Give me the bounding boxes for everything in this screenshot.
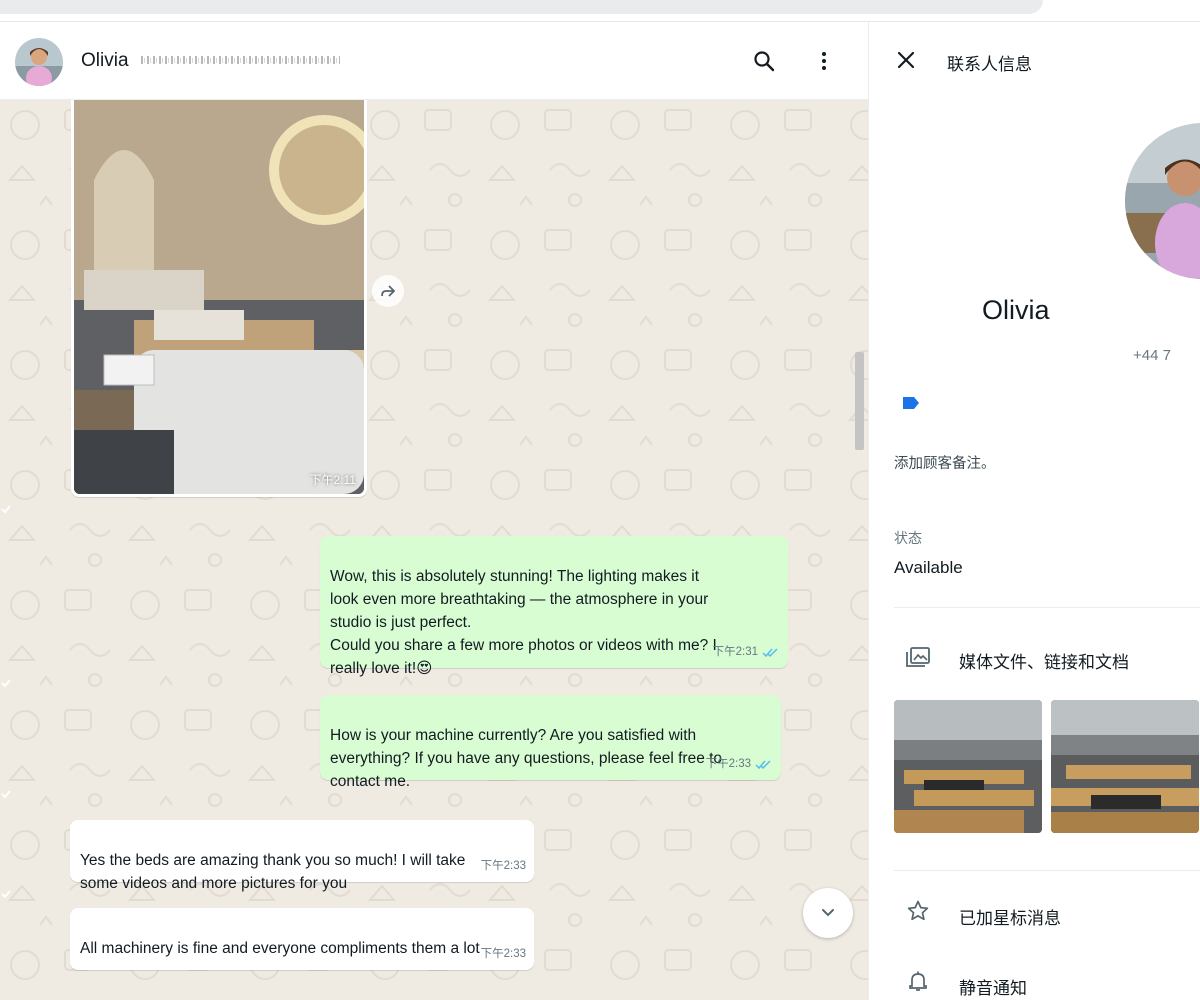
- search-icon[interactable]: [745, 42, 783, 80]
- select-check-icon[interactable]: [0, 788, 12, 800]
- label-tag-icon[interactable]: [901, 395, 921, 411]
- status-label: 状态: [894, 530, 922, 546]
- select-check-icon[interactable]: [0, 503, 12, 515]
- message-meta: 下午2:31: [713, 641, 780, 664]
- chevron-down-icon[interactable]: [803, 888, 853, 938]
- contact-info-panel: 联系人信息 Olivia +44 7 添加顾客备注。 状态 Available …: [868, 22, 1200, 1000]
- chat-header[interactable]: Olivia: [0, 22, 868, 100]
- studio-photo[interactable]: 下午2:11: [74, 100, 364, 494]
- contact-profile-photo[interactable]: [1125, 123, 1200, 279]
- customer-note-field[interactable]: 添加顾客备注。: [894, 452, 996, 473]
- chat-scrollbar[interactable]: [853, 100, 866, 1000]
- select-check-icon[interactable]: [0, 888, 12, 900]
- contact-name: Olivia: [982, 295, 1050, 325]
- close-icon[interactable]: [891, 45, 921, 75]
- contact-phone[interactable]: +44 7: [1133, 347, 1171, 364]
- outgoing-message[interactable]: How is your machine currently? Are you s…: [320, 695, 781, 790]
- select-check-icon[interactable]: [0, 677, 12, 689]
- message-text: Wow, this is absolutely stunning! The li…: [330, 568, 717, 677]
- divider: [894, 870, 1200, 871]
- message-meta: 下午2:33: [481, 943, 526, 966]
- message-meta: 下午2:33: [481, 855, 526, 878]
- image-message[interactable]: 下午2:11: [71, 100, 367, 497]
- scrollbar-thumb[interactable]: [855, 352, 864, 450]
- outgoing-message[interactable]: Wow, this is absolutely stunning! The li…: [320, 536, 788, 677]
- info-header: 联系人信息: [869, 22, 1200, 100]
- contact-subtitle-redacted: [140, 53, 340, 67]
- media-icon[interactable]: [903, 642, 933, 672]
- star-icon[interactable]: [903, 896, 933, 926]
- contact-avatar[interactable]: [15, 38, 63, 86]
- status-value: Available: [894, 558, 963, 577]
- media-thumbnail[interactable]: [894, 700, 1042, 833]
- mute-notifications-link[interactable]: 静音通知: [959, 974, 1027, 999]
- media-thumbnail[interactable]: [1051, 700, 1199, 833]
- starred-messages-link[interactable]: 已加星标消息: [959, 904, 1061, 929]
- contact-name[interactable]: Olivia: [81, 50, 129, 72]
- double-check-icon: [762, 648, 778, 658]
- forward-icon[interactable]: [372, 275, 404, 307]
- message-time: 下午2:33: [705, 758, 751, 770]
- info-title: 联系人信息: [947, 55, 1032, 74]
- message-time: 下午2:33: [480, 860, 526, 872]
- browser-top-strip: [0, 0, 1200, 22]
- message-time: 下午2:11: [309, 473, 356, 487]
- chat-pane: Olivia 下午2:11 Wow, this is absolutely st…: [0, 22, 868, 1000]
- message-meta: 下午2:33: [706, 753, 773, 776]
- incoming-message[interactable]: Yes the beds are amazing thank you so mu…: [70, 820, 534, 892]
- media-links-docs-link[interactable]: 媒体文件、链接和文档: [959, 648, 1129, 673]
- incoming-message[interactable]: All machinery is fine and everyone compl…: [70, 908, 534, 970]
- message-time: 下午2:31: [712, 646, 758, 658]
- divider: [894, 607, 1200, 608]
- message-time: 下午2:33: [480, 948, 526, 960]
- double-check-icon: [755, 760, 771, 770]
- bell-icon[interactable]: [903, 966, 933, 996]
- message-text: All machinery is fine and everyone compl…: [80, 940, 480, 957]
- kebab-menu-icon[interactable]: [805, 42, 843, 80]
- message-list[interactable]: 下午2:11 Wow, this is absolutely stunning!…: [0, 100, 868, 1000]
- browser-address-bar[interactable]: [0, 0, 1043, 14]
